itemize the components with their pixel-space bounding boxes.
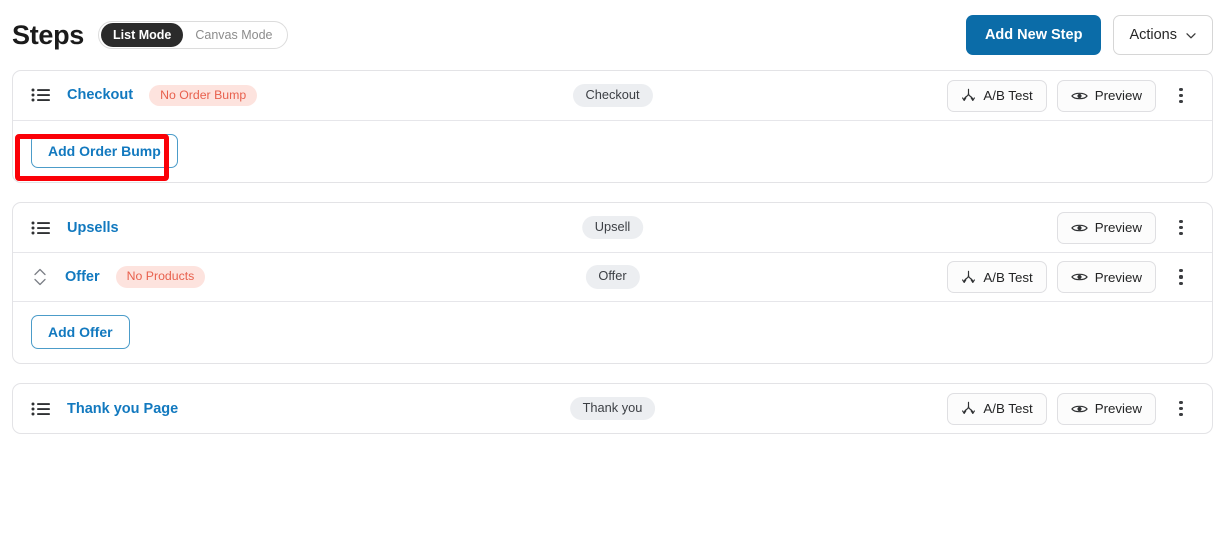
- eye-icon: [1070, 90, 1088, 102]
- step-type-badge: Offer: [585, 265, 640, 289]
- preview-button[interactable]: Preview: [1056, 211, 1156, 244]
- preview-button[interactable]: Preview: [1056, 79, 1156, 112]
- sort-updown-icon[interactable]: [31, 264, 49, 290]
- ab-test-button[interactable]: A/B Test: [947, 392, 1047, 425]
- actions-dropdown-button[interactable]: Actions: [1113, 15, 1213, 55]
- ab-test-label: A/B Test: [983, 401, 1033, 416]
- row-actions: A/B Test Preview: [947, 261, 1192, 293]
- add-order-bump-button[interactable]: Add Order Bump: [31, 134, 178, 168]
- split-test-icon: [961, 401, 976, 416]
- preview-label: Preview: [1094, 269, 1142, 285]
- table-row[interactable]: Thank you Page Thank you A/B Test Previe…: [13, 384, 1212, 433]
- row-lead: Checkout No Order Bump: [31, 84, 258, 107]
- split-test-icon: [961, 270, 976, 285]
- ab-test-button[interactable]: A/B Test: [947, 79, 1047, 112]
- more-options-icon[interactable]: [1170, 394, 1192, 424]
- add-offer-button[interactable]: Add Offer: [31, 315, 130, 349]
- status-badge: No Order Bump: [149, 84, 258, 107]
- eye-icon: [1070, 222, 1088, 234]
- row-lead: Offer No Products: [31, 264, 206, 290]
- eye-icon: [1070, 271, 1088, 283]
- ab-test-label: A/B Test: [983, 88, 1033, 103]
- more-options-icon[interactable]: [1170, 81, 1192, 111]
- step-name-link[interactable]: Upsells: [67, 220, 119, 236]
- step-card-checkout: Checkout No Order Bump Checkout A/B Test…: [12, 70, 1213, 183]
- row-lead: Upsells: [31, 220, 119, 236]
- row-center: Checkout: [572, 83, 653, 108]
- table-row[interactable]: Offer No Products Offer A/B Test Preview: [13, 252, 1212, 301]
- split-test-icon: [961, 88, 976, 103]
- table-row[interactable]: Checkout No Order Bump Checkout A/B Test…: [13, 71, 1212, 120]
- more-options-icon[interactable]: [1170, 213, 1192, 243]
- page-title: Steps: [12, 19, 85, 50]
- more-options-icon[interactable]: [1170, 262, 1192, 292]
- chevron-down-icon: [1185, 29, 1197, 41]
- step-name-link[interactable]: Offer: [65, 269, 100, 285]
- preview-label: Preview: [1094, 220, 1142, 235]
- step-name-link[interactable]: Thank you Page: [67, 401, 178, 417]
- title-cluster: Steps List Mode Canvas Mode: [12, 21, 288, 49]
- add-order-bump-row: Add Order Bump: [13, 120, 1212, 182]
- actions-dropdown-label: Actions: [1129, 27, 1177, 43]
- preview-button[interactable]: Preview: [1056, 261, 1156, 293]
- add-new-step-button[interactable]: Add New Step: [965, 15, 1102, 55]
- ab-test-label: A/B Test: [983, 269, 1033, 285]
- toggle-canvas-mode[interactable]: Canvas Mode: [183, 23, 284, 47]
- table-row[interactable]: Upsells Upsell Preview: [13, 203, 1212, 252]
- row-actions: Preview: [1056, 211, 1192, 244]
- row-center: Thank you: [569, 396, 656, 421]
- step-card-thank-you: Thank you Page Thank you A/B Test Previe…: [12, 383, 1213, 434]
- row-center: Upsell: [581, 215, 644, 240]
- step-type-badge: Thank you: [569, 396, 656, 421]
- row-actions: A/B Test Preview: [947, 79, 1192, 112]
- ab-test-button[interactable]: A/B Test: [947, 261, 1047, 293]
- row-actions: A/B Test Preview: [947, 392, 1192, 425]
- eye-icon: [1070, 403, 1088, 415]
- row-lead: Thank you Page: [31, 401, 178, 417]
- list-icon: [31, 87, 51, 103]
- preview-button[interactable]: Preview: [1056, 392, 1156, 425]
- step-type-badge: Upsell: [581, 215, 644, 240]
- steps-list: Checkout No Order Bump Checkout A/B Test…: [0, 70, 1225, 434]
- status-badge: No Products: [115, 266, 206, 288]
- add-offer-row: Add Offer: [13, 301, 1212, 363]
- header-actions: Add New Step Actions: [965, 15, 1213, 55]
- page-header: Steps List Mode Canvas Mode Add New Step…: [0, 0, 1225, 70]
- step-card-upsells: Upsells Upsell Preview Offer No Products…: [12, 202, 1213, 364]
- preview-label: Preview: [1094, 88, 1142, 103]
- step-type-badge: Checkout: [572, 83, 653, 108]
- list-icon: [31, 220, 51, 236]
- step-name-link[interactable]: Checkout: [67, 87, 133, 103]
- toggle-list-mode[interactable]: List Mode: [101, 23, 184, 47]
- row-center: Offer: [585, 265, 640, 289]
- view-mode-toggle[interactable]: List Mode Canvas Mode: [98, 21, 288, 49]
- list-icon: [31, 401, 51, 417]
- preview-label: Preview: [1094, 401, 1142, 416]
